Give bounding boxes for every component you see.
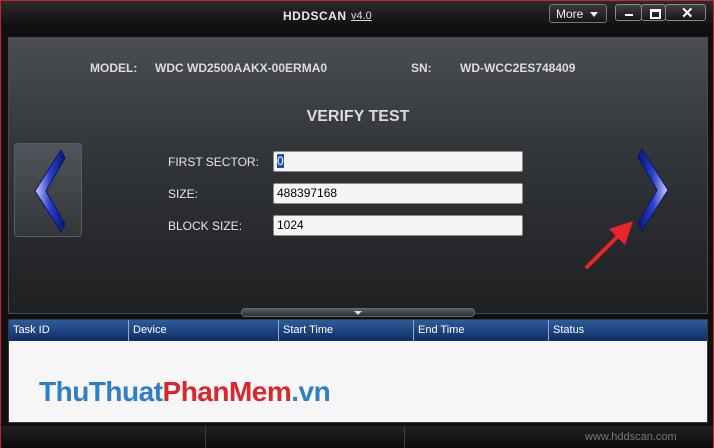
caret-down-icon bbox=[590, 12, 598, 17]
column-status[interactable]: Status bbox=[549, 320, 707, 341]
previous-test-button[interactable] bbox=[14, 143, 82, 237]
sn-label: SN: bbox=[411, 61, 432, 75]
sn-value: WD-WCC2ES748409 bbox=[460, 61, 576, 75]
model-label: MODEL: bbox=[90, 61, 138, 75]
watermark-part1: ThuThuat bbox=[39, 376, 163, 407]
status-divider bbox=[404, 426, 405, 448]
size-value: 488397168 bbox=[277, 186, 338, 200]
close-button[interactable]: ✕ bbox=[665, 4, 706, 22]
block-size-label: BLOCK SIZE: bbox=[168, 219, 243, 233]
size-input[interactable]: 488397168 bbox=[273, 183, 523, 204]
block-size-input[interactable]: 1024 bbox=[273, 215, 523, 236]
status-divider bbox=[205, 426, 206, 448]
status-bar: www.hddscan.com bbox=[1, 426, 713, 448]
app-window: HDDSCAN v4.0 More ✕ MODEL: WDC WD2500AAK… bbox=[0, 0, 714, 448]
watermark: ThuThuatPhanMem.vn bbox=[39, 376, 331, 408]
first-sector-input[interactable]: 0 bbox=[273, 151, 523, 172]
panel-splitter[interactable] bbox=[241, 308, 475, 317]
column-start-time[interactable]: Start Time bbox=[279, 320, 414, 341]
more-label: More bbox=[556, 7, 584, 21]
version-link[interactable]: v4.0 bbox=[351, 10, 372, 22]
first-sector-value: 0 bbox=[277, 154, 284, 168]
block-size-value: 1024 bbox=[277, 218, 304, 232]
app-title: HDDSCAN bbox=[283, 9, 347, 23]
title-bar[interactable]: HDDSCAN v4.0 More ✕ bbox=[1, 1, 713, 29]
close-icon: ✕ bbox=[681, 5, 694, 22]
watermark-part2: PhanMem bbox=[162, 376, 292, 407]
column-device[interactable]: Device bbox=[129, 320, 279, 341]
model-value: WDC WD2500AAKX-00ERMA0 bbox=[155, 61, 328, 75]
first-sector-label: FIRST SECTOR: bbox=[168, 155, 259, 169]
size-label: SIZE: bbox=[168, 187, 199, 201]
red-arrow-icon bbox=[585, 221, 633, 269]
more-button[interactable]: More bbox=[549, 4, 607, 23]
watermark-part3: .vn bbox=[291, 376, 331, 407]
website-link[interactable]: www.hddscan.com bbox=[585, 431, 677, 443]
table-header: Task ID Device Start Time End Time Statu… bbox=[9, 320, 707, 341]
minimize-button[interactable] bbox=[615, 4, 642, 21]
column-end-time[interactable]: End Time bbox=[414, 320, 549, 341]
test-heading: VERIFY TEST bbox=[306, 108, 410, 125]
column-task-id[interactable]: Task ID bbox=[9, 320, 129, 341]
chevron-left-icon bbox=[34, 148, 66, 234]
maximize-button[interactable] bbox=[641, 4, 666, 21]
